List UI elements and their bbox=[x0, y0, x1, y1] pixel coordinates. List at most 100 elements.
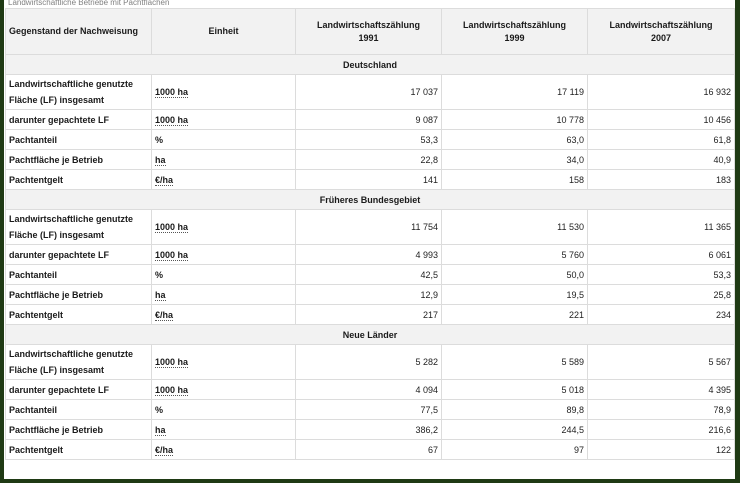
value-cell: 22,8 bbox=[295, 149, 442, 170]
table-row: Landwirtschaftliche genutzte Fläche (LF)… bbox=[5, 344, 735, 380]
table-row: Pachtentgelt €/ha 67 97 122 bbox=[5, 439, 735, 460]
value-cell: 67 bbox=[295, 439, 442, 460]
unit-text: ha bbox=[155, 289, 166, 301]
row-label: Pachtfläche je Betrieb bbox=[5, 284, 152, 305]
row-label: Landwirtschaftliche genutzte Fläche (LF)… bbox=[5, 344, 152, 380]
table-row: Pachtanteil% 53,3 63,0 61,8 bbox=[5, 129, 735, 150]
value-cell: 34,0 bbox=[441, 149, 588, 170]
section-title: Deutschland bbox=[5, 54, 735, 75]
value-cell: 50,0 bbox=[441, 264, 588, 285]
table-row: darunter gepachtete LF 1000 ha 4 094 5 018 4… bbox=[5, 379, 735, 400]
value-cell: 386,2 bbox=[295, 419, 442, 440]
section-row: Früheres Bundesgebiet bbox=[5, 189, 735, 210]
value-cell: 216,6 bbox=[587, 419, 735, 440]
unit-text: 1000 ha bbox=[155, 87, 189, 98]
unit-text: % bbox=[155, 269, 164, 280]
header-year-number: 1991 bbox=[358, 32, 379, 43]
header-year-title: Landwirtschaftszählung bbox=[462, 19, 566, 30]
row-unit: €/ha bbox=[151, 304, 296, 325]
row-unit: % bbox=[151, 129, 296, 150]
value-cell: 9 087 bbox=[295, 109, 442, 130]
section-row: Neue Länder bbox=[5, 324, 735, 345]
section-row: Deutschland bbox=[5, 54, 735, 75]
value-cell: 12,9 bbox=[295, 284, 442, 305]
value-cell: 77,5 bbox=[295, 399, 442, 420]
header-year-title: Landwirtschaftszählung bbox=[609, 19, 713, 30]
header-label-col: Gegenstand der Nachweisung bbox=[5, 8, 152, 55]
unit-text: 1000 ha bbox=[155, 249, 189, 261]
value-cell: 6 061 bbox=[587, 244, 735, 265]
row-unit: €/ha bbox=[151, 439, 296, 460]
value-cell: 141 bbox=[295, 169, 442, 190]
unit-text: €/ha bbox=[155, 174, 174, 186]
value-cell: 63,0 bbox=[441, 129, 588, 150]
table-row: Pachtentgelt €/ha 217 221 234 bbox=[5, 304, 735, 325]
section-title: Früheres Bundesgebiet bbox=[5, 189, 735, 210]
unit-text: €/ha bbox=[155, 444, 174, 456]
unit-text: 1000 ha bbox=[155, 357, 189, 368]
data-table: Gegenstand der Nachweisung Einheit Landw… bbox=[5, 8, 735, 460]
row-unit: 1000 ha bbox=[151, 244, 296, 265]
table-row: darunter gepachtete LF 1000 ha 4 993 5 760 6… bbox=[5, 244, 735, 265]
row-unit: 1000 ha bbox=[151, 379, 296, 400]
row-label: Pachtanteil bbox=[5, 264, 152, 285]
value-cell: 16 932 bbox=[587, 74, 735, 110]
value-cell: 4 094 bbox=[295, 379, 442, 400]
value-cell: 183 bbox=[587, 169, 735, 190]
row-unit: ha bbox=[151, 149, 296, 170]
table-caption: Landwirtschaftliche Betriebe mit Pachtfl… bbox=[8, 0, 170, 7]
table-row: Pachtanteil% 77,5 89,8 78,9 bbox=[5, 399, 735, 420]
unit-text: 1000 ha bbox=[155, 384, 189, 396]
value-cell: 97 bbox=[441, 439, 588, 460]
row-unit: €/ha bbox=[151, 169, 296, 190]
row-unit: ha bbox=[151, 419, 296, 440]
table-row: darunter gepachtete LF 1000 ha 9 087 10 778… bbox=[5, 109, 735, 130]
row-label: Pachtentgelt bbox=[5, 169, 152, 190]
table-row: Pachtanteil% 42,5 50,0 53,3 bbox=[5, 264, 735, 285]
value-cell: 11 365 bbox=[587, 209, 735, 245]
value-cell: 10 778 bbox=[441, 109, 588, 130]
value-cell: 25,8 bbox=[587, 284, 735, 305]
value-cell: 19,5 bbox=[441, 284, 588, 305]
table-body: Deutschland Landwirtschaftliche genutzte … bbox=[5, 54, 735, 460]
unit-text: % bbox=[155, 404, 164, 415]
value-cell: 40,9 bbox=[587, 149, 735, 170]
value-cell: 89,8 bbox=[441, 399, 588, 420]
header-year-1999: Landwirtschaftszählung 1999 bbox=[441, 8, 588, 55]
row-label: Pachtentgelt bbox=[5, 439, 152, 460]
header-unit-col: Einheit bbox=[151, 8, 296, 55]
section-title: Neue Länder bbox=[5, 324, 735, 345]
table-row: Pachtentgelt €/ha 141 158 183 bbox=[5, 169, 735, 190]
row-unit: 1000 ha bbox=[151, 74, 296, 110]
row-unit: 1000 ha bbox=[151, 109, 296, 130]
value-cell: 61,8 bbox=[587, 129, 735, 150]
row-unit: 1000 ha bbox=[151, 344, 296, 380]
row-label: Landwirtschaftliche genutzte Fläche (LF)… bbox=[5, 74, 152, 110]
header-year-1991: Landwirtschaftszählung 1991 bbox=[295, 8, 442, 55]
header-year-title: Landwirtschaftszählung bbox=[316, 19, 420, 30]
value-cell: 217 bbox=[295, 304, 442, 325]
value-cell: 10 456 bbox=[587, 109, 735, 130]
unit-text: % bbox=[155, 134, 164, 145]
value-cell: 122 bbox=[587, 439, 735, 460]
unit-text: ha bbox=[155, 424, 166, 436]
header-year-number: 1999 bbox=[504, 32, 525, 43]
value-cell: 78,9 bbox=[587, 399, 735, 420]
table-row: Pachtfläche je Betrieb ha 386,2 244,5 216,6 bbox=[5, 419, 735, 440]
row-unit: ha bbox=[151, 284, 296, 305]
value-cell: 17 037 bbox=[295, 74, 442, 110]
value-cell: 5 018 bbox=[441, 379, 588, 400]
table-row: Landwirtschaftliche genutzte Fläche (LF)… bbox=[5, 74, 735, 110]
value-cell: 221 bbox=[441, 304, 588, 325]
row-label: Pachtentgelt bbox=[5, 304, 152, 325]
row-label: darunter gepachtete LF bbox=[5, 244, 152, 265]
value-cell: 17 119 bbox=[441, 74, 588, 110]
row-unit: % bbox=[151, 399, 296, 420]
row-label: darunter gepachtete LF bbox=[5, 109, 152, 130]
unit-text: 1000 ha bbox=[155, 222, 189, 233]
header-row: Gegenstand der Nachweisung Einheit Landw… bbox=[5, 8, 735, 55]
row-label: Pachtanteil bbox=[5, 399, 152, 420]
value-cell: 234 bbox=[587, 304, 735, 325]
row-label: Pachtfläche je Betrieb bbox=[5, 419, 152, 440]
value-cell: 5 760 bbox=[441, 244, 588, 265]
